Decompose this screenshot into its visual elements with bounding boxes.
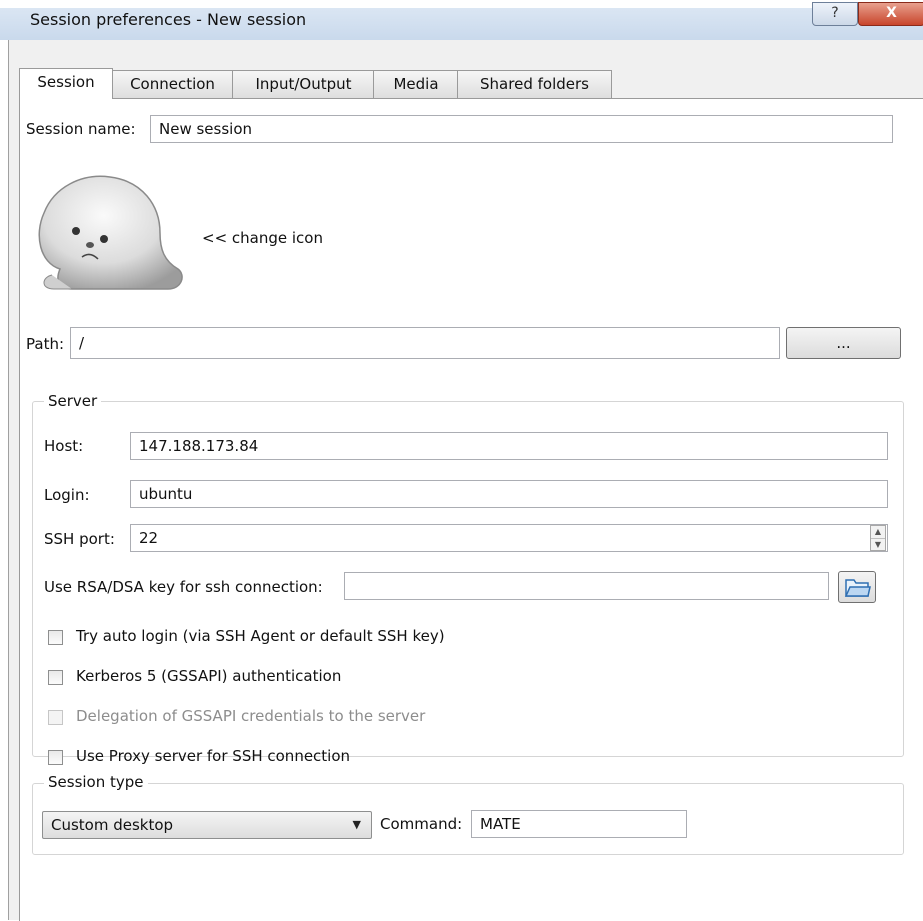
- seal-icon[interactable]: [32, 165, 192, 301]
- session-type-value: Custom desktop: [51, 816, 174, 834]
- host-input[interactable]: 147.188.173.84: [130, 432, 888, 460]
- login-label: Login:: [44, 486, 90, 504]
- path-label: Path:: [26, 335, 65, 353]
- login-input[interactable]: ubuntu: [130, 480, 888, 508]
- proxy-checkbox[interactable]: [48, 750, 63, 765]
- kerberos-checkbox[interactable]: [48, 670, 63, 685]
- browse-key-button[interactable]: [838, 571, 876, 603]
- proxy-label[interactable]: Use Proxy server for SSH connection: [76, 747, 350, 765]
- session-type-group-title: Session type: [44, 773, 148, 791]
- auto-login-label[interactable]: Try auto login (via SSH Agent or default…: [76, 627, 445, 645]
- change-icon-label[interactable]: << change icon: [202, 229, 323, 247]
- ssh-port-label: SSH port:: [44, 530, 115, 548]
- close-button[interactable]: X: [858, 2, 923, 26]
- title-bar: Session preferences - New session ? X: [0, 0, 923, 40]
- session-panel: Session name: New session << change icon…: [19, 98, 923, 921]
- tab-input-output[interactable]: Input/Output: [232, 70, 375, 98]
- folder-open-icon: [844, 579, 871, 597]
- rsa-key-label: Use RSA/DSA key for ssh connection:: [44, 578, 323, 596]
- help-button[interactable]: ?: [812, 2, 858, 26]
- chevron-down-icon: ▼: [352, 818, 361, 831]
- tab-media[interactable]: Media: [373, 70, 459, 98]
- tab-session[interactable]: Session: [19, 68, 113, 99]
- path-input[interactable]: /: [70, 327, 780, 359]
- session-type-select[interactable]: Custom desktop ▼: [42, 811, 372, 839]
- gssapi-delegation-label: Delegation of GSSAPI credentials to the …: [76, 707, 426, 725]
- command-input[interactable]: MATE: [471, 810, 687, 838]
- title-bar-highlight: [0, 0, 923, 8]
- server-group-title: Server: [44, 392, 102, 410]
- gssapi-delegation-checkbox[interactable]: [48, 710, 63, 725]
- session-name-label: Session name:: [26, 120, 136, 138]
- rsa-key-input[interactable]: [344, 572, 829, 600]
- spin-down-icon[interactable]: ▼: [871, 538, 885, 551]
- host-label: Host:: [44, 437, 84, 455]
- tab-connection[interactable]: Connection: [111, 70, 234, 98]
- ssh-port-spinner[interactable]: ▲ ▼: [870, 525, 886, 551]
- ssh-port-input[interactable]: 22: [130, 524, 888, 552]
- session-name-input[interactable]: New session: [150, 115, 893, 143]
- window-title: Session preferences - New session: [30, 10, 307, 29]
- browse-path-button[interactable]: ...: [786, 327, 901, 359]
- tab-shared-folders[interactable]: Shared folders: [457, 70, 612, 98]
- auto-login-checkbox[interactable]: [48, 630, 63, 645]
- kerberos-label[interactable]: Kerberos 5 (GSSAPI) authentication: [76, 667, 341, 685]
- spin-up-icon[interactable]: ▲: [871, 526, 885, 538]
- command-label: Command:: [380, 815, 463, 833]
- dialog: Session Connection Input/Output Media Sh…: [8, 40, 923, 921]
